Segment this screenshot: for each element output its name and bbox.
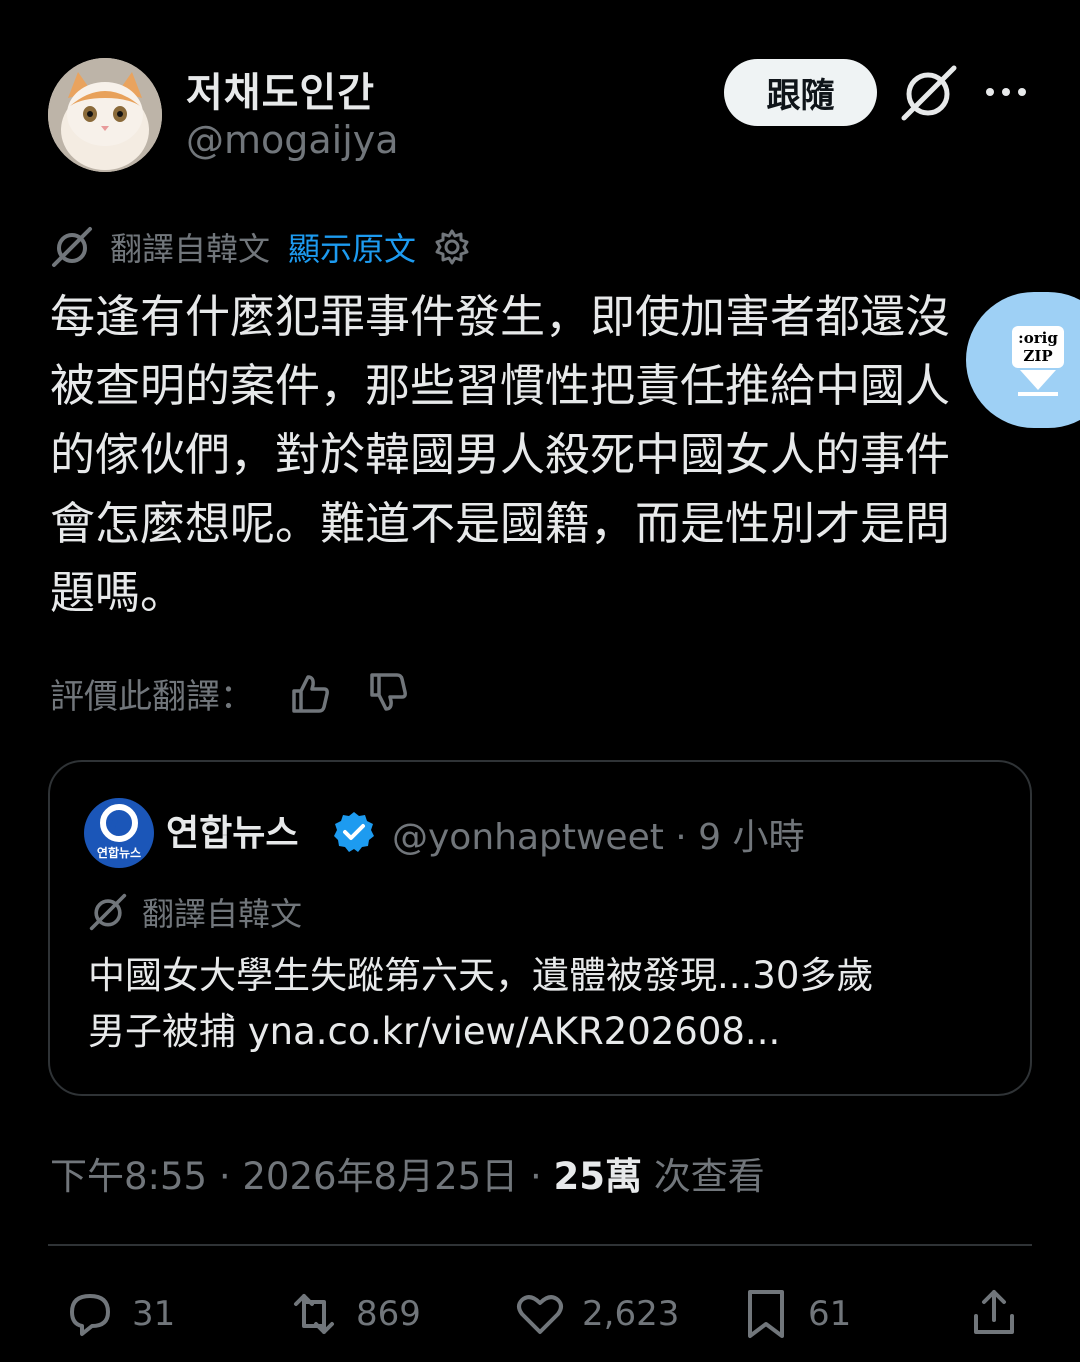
translated-from-label: 翻譯自韓文	[110, 230, 271, 268]
quoted-author-avatar[interactable]: 연합뉴스	[84, 798, 154, 868]
rate-translation-row: 評價此翻譯：	[50, 668, 410, 718]
thumbs-down-icon[interactable]	[366, 671, 410, 715]
retweet-icon	[294, 1294, 334, 1334]
verified-badge-icon	[334, 812, 374, 852]
reply-button[interactable]: 31	[62, 1284, 175, 1344]
author-display-name[interactable]: 저채도인간	[186, 60, 375, 118]
quoted-translation-bar: 翻譯自韓文	[88, 890, 302, 934]
bookmark-button[interactable]: 61	[738, 1284, 851, 1344]
divider	[48, 1244, 1032, 1246]
heart-icon	[517, 1295, 563, 1334]
yonhap-logo-text: 연합뉴스	[96, 846, 142, 860]
rate-translation-label: 評價此翻譯：	[50, 676, 254, 717]
orig-zip-badge: :orig ZIP	[1012, 326, 1064, 368]
bookmark-count: 61	[808, 1294, 852, 1334]
retweet-button[interactable]: 869	[286, 1284, 421, 1344]
grok-translate-icon	[52, 227, 92, 267]
like-button[interactable]: 2,623	[512, 1284, 679, 1344]
grok-icon[interactable]	[898, 62, 960, 124]
bookmark-icon	[748, 1290, 784, 1338]
tweet-date[interactable]: 2026年8月25日	[242, 1155, 518, 1198]
author-avatar[interactable]	[48, 58, 162, 172]
tweet-text: 每逢有什麼犯罪事件發生，即使加害者都還沒 被查明的案件，那些習慣性把責任推給中國…	[50, 290, 951, 619]
reply-icon	[70, 1294, 110, 1336]
reply-count: 31	[132, 1294, 176, 1334]
quoted-translated-from-label: 翻譯自韓文	[142, 895, 303, 933]
quoted-tweet-card[interactable]: 연합뉴스 연합뉴스 @yonhaptweet · 9 小時 翻譯自韓文 中國女大…	[48, 760, 1032, 1096]
translation-bar: 翻譯自韓文 顯示原文	[50, 222, 472, 272]
thumbs-up-icon[interactable]	[288, 671, 332, 715]
tweet-time[interactable]: 下午8:55	[50, 1155, 207, 1198]
download-arrow-icon	[1018, 370, 1058, 396]
share-icon[interactable]	[966, 1284, 1022, 1340]
author-handle[interactable]: @mogaijya	[186, 118, 399, 162]
more-icon[interactable]	[982, 74, 1030, 110]
like-count: 2,623	[582, 1294, 680, 1334]
cat-avatar-image	[48, 58, 162, 172]
grok-translate-icon	[89, 893, 127, 931]
quoted-author-name[interactable]: 연합뉴스	[166, 804, 298, 856]
follow-button[interactable]: 跟隨	[724, 59, 877, 126]
views-count: 25萬	[553, 1155, 642, 1198]
quoted-tweet-text: 中國女大學生失蹤第六天，遺體被發現...30多歲 男子被捕 yna.co.kr/…	[88, 954, 874, 1053]
gear-icon[interactable]	[432, 227, 472, 267]
quoted-handle-and-time: @yonhaptweet · 9 小時	[392, 817, 805, 858]
views-label: 次查看	[653, 1155, 765, 1198]
retweet-count: 869	[356, 1294, 421, 1334]
show-original-link[interactable]: 顯示原文	[288, 224, 416, 270]
tweet-meta: 下午8:55 · 2026年8月25日 · 25萬 次查看	[50, 1155, 765, 1198]
